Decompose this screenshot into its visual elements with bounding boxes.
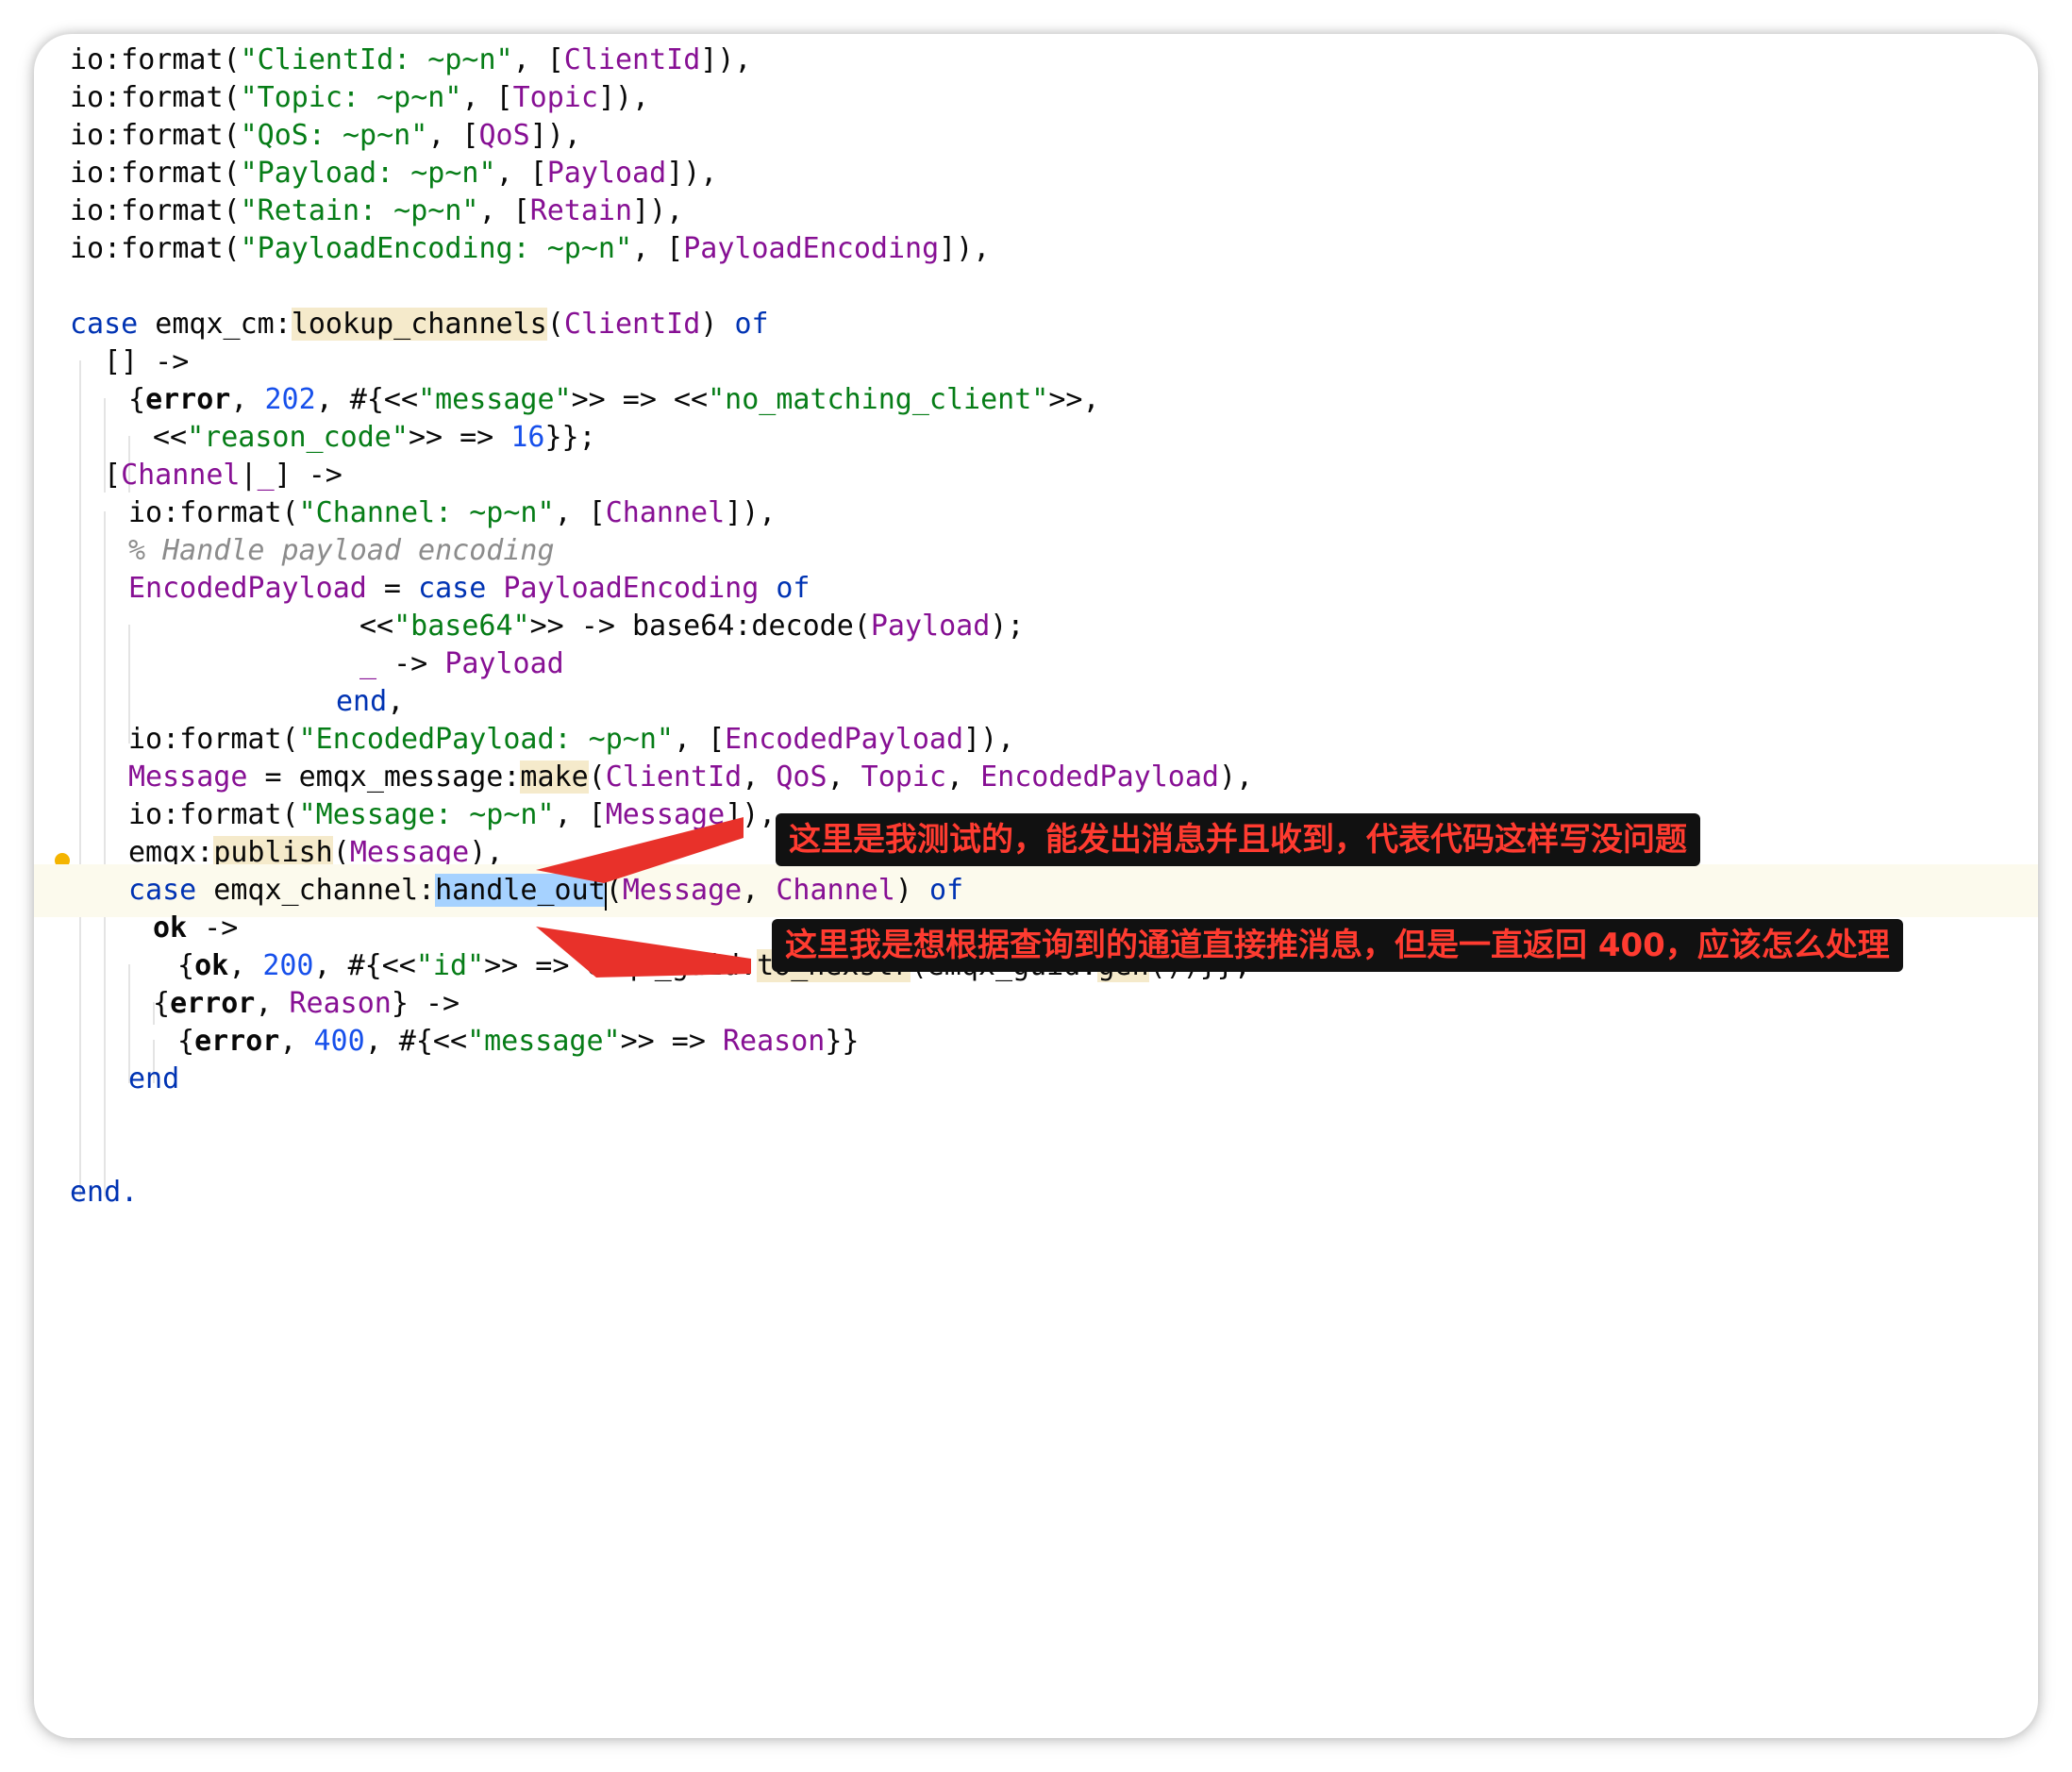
- annotation-second: 这里我是想根据查询到的通道直接推消息，但是一直返回 400，应该怎么处理: [772, 919, 1903, 972]
- annotation-arrows: [536, 817, 751, 978]
- arrow-to-handle-out: [536, 927, 751, 978]
- code-editor-window: io:format("ClientId: ~p~n", [ClientId]),…: [34, 34, 2038, 1738]
- arrow-to-publish: [536, 817, 744, 883]
- annotation-first: 这里是我测试的，能发出消息并且收到，代表代码这样写没问题: [776, 813, 1700, 866]
